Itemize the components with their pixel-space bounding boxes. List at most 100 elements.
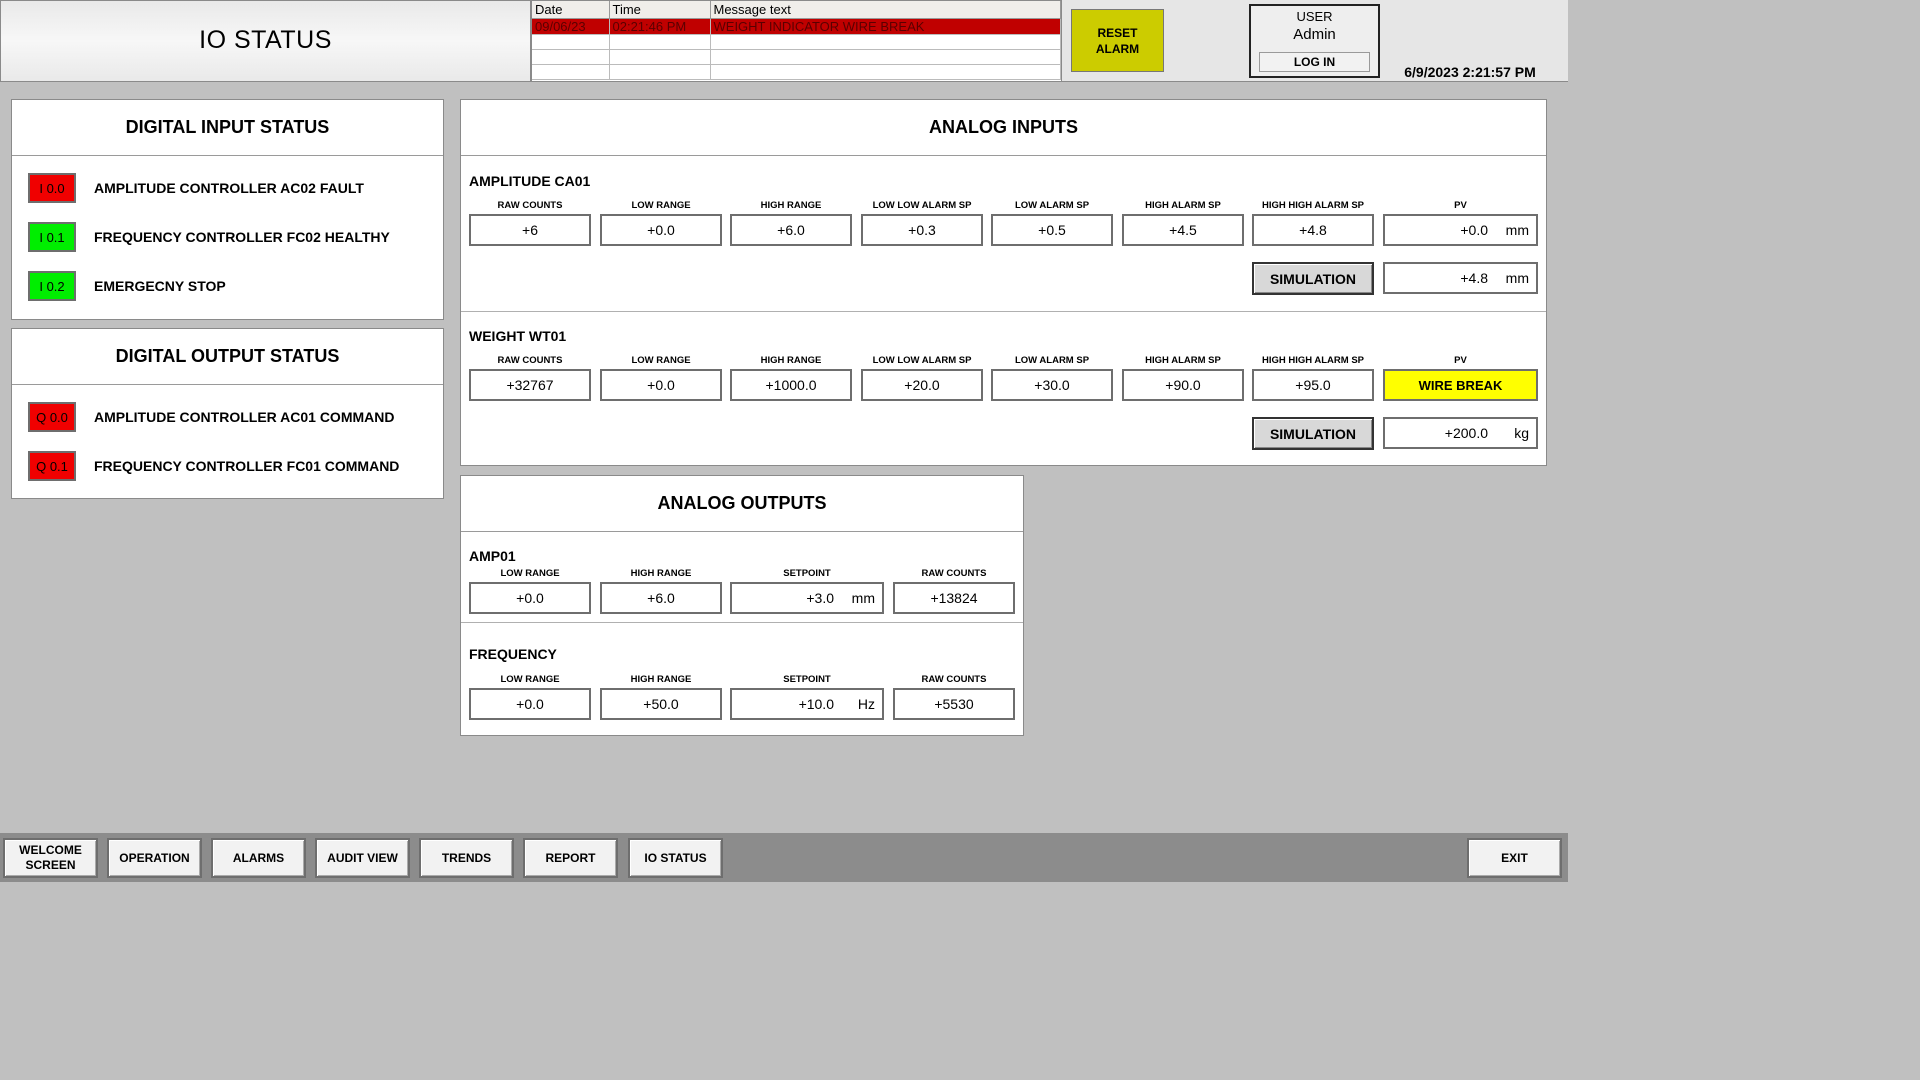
column-label: RAW COUNTS: [497, 200, 563, 211]
column-label: LOW RANGE: [631, 200, 691, 211]
column-label: LOW RANGE: [631, 355, 691, 366]
weight-section-title: WEIGHT WT01: [469, 328, 567, 344]
high-high-alarm-sp-field[interactable]: +4.8: [1252, 214, 1374, 246]
simulation-unit: kg: [1514, 425, 1529, 441]
alarm-date: 09/06/23: [532, 18, 610, 35]
high-range-field[interactable]: +6.0: [730, 214, 852, 246]
nav-alarms-button[interactable]: ALARMS: [211, 838, 306, 878]
alarm-col-time[interactable]: Time: [609, 1, 711, 19]
column-label: HIGH RANGE: [760, 200, 822, 211]
screen-title-box: IO STATUS: [0, 0, 531, 82]
alarm-date: [532, 64, 610, 80]
nav-report-button[interactable]: REPORT: [523, 838, 618, 878]
digital-input-row: I 0.1 FREQUENCY CONTROLLER FC02 HEALTHY: [28, 222, 390, 252]
header-bar: IO STATUS Date Time Message text 09/06/2…: [0, 0, 1568, 82]
low-low-alarm-sp-value: +0.3: [908, 222, 936, 238]
column-label: LOW LOW ALARM SP: [872, 200, 972, 211]
nav-welcome-screen-button[interactable]: WELCOME SCREEN: [3, 838, 98, 878]
alarm-date: [532, 34, 610, 50]
amp-section-title: AMP01: [469, 548, 516, 564]
low-low-alarm-sp-value: +20.0: [904, 377, 940, 393]
column-label: HIGH HIGH ALARM SP: [1261, 200, 1365, 211]
alarm-row[interactable]: [532, 49, 1061, 65]
digital-input-row: I 0.2 EMERGECNY STOP: [28, 271, 226, 301]
login-button[interactable]: LOG IN: [1259, 52, 1370, 72]
reset-alarm-line1: RESET: [1097, 25, 1138, 40]
navigation-bar: WELCOME SCREEN OPERATION ALARMS AUDIT VI…: [0, 833, 1568, 882]
alarm-message-table[interactable]: Date Time Message text 09/06/23 02:21:46…: [531, 0, 1062, 82]
low-range-field[interactable]: +0.0: [469, 688, 591, 720]
digital-output-label: FREQUENCY CONTROLLER FC01 COMMAND: [94, 458, 400, 474]
high-range-value: +6.0: [777, 222, 805, 238]
setpoint-field[interactable]: +3.0 mm: [730, 582, 884, 614]
section-divider: [461, 622, 1023, 623]
current-datetime: 6/9/2023 2:21:57 PM: [1404, 64, 1536, 80]
nav-trends-button[interactable]: TRENDS: [419, 838, 514, 878]
column-label: LOW LOW ALARM SP: [872, 355, 972, 366]
pv-unit: mm: [1505, 222, 1529, 238]
low-alarm-sp-field[interactable]: +30.0: [991, 369, 1113, 401]
high-alarm-sp-field[interactable]: +4.5: [1122, 214, 1244, 246]
low-range-value: +0.0: [516, 590, 544, 606]
analog-inputs-panel: ANALOG INPUTS AMPLITUDE CA01 RAW COUNTS …: [460, 99, 1547, 466]
simulation-button[interactable]: SIMULATION: [1252, 417, 1374, 450]
nav-exit-button[interactable]: EXIT: [1467, 838, 1562, 878]
simulation-value: +200.0: [1444, 425, 1488, 441]
column-label: LOW RANGE: [500, 674, 560, 685]
low-range-field[interactable]: +0.0: [600, 369, 722, 401]
digital-output-row: Q 0.1 FREQUENCY CONTROLLER FC01 COMMAND: [28, 451, 399, 481]
pv-field-wire-break: WIRE BREAK: [1383, 369, 1538, 401]
low-range-field[interactable]: +0.0: [469, 582, 591, 614]
high-range-field[interactable]: +6.0: [600, 582, 722, 614]
alarm-message: [710, 34, 1061, 50]
simulation-value-field[interactable]: +4.8 mm: [1383, 262, 1538, 294]
nav-io-status-button[interactable]: IO STATUS: [628, 838, 723, 878]
setpoint-field[interactable]: +10.0 Hz: [730, 688, 884, 720]
column-label: LOW ALARM SP: [1014, 355, 1090, 366]
reset-alarm-button[interactable]: RESET ALARM: [1071, 9, 1164, 72]
setpoint-unit: Hz: [857, 696, 875, 712]
nav-operation-button[interactable]: OPERATION: [107, 838, 202, 878]
alarm-time: [609, 49, 711, 65]
simulation-button[interactable]: SIMULATION: [1252, 262, 1374, 295]
column-label: RAW COUNTS: [921, 674, 987, 685]
low-low-alarm-sp-field[interactable]: +0.3: [861, 214, 983, 246]
high-high-alarm-sp-field[interactable]: +95.0: [1252, 369, 1374, 401]
alarm-message: [710, 49, 1061, 65]
raw-counts-field: +6: [469, 214, 591, 246]
alarm-col-message[interactable]: Message text: [710, 1, 1061, 19]
low-alarm-sp-field[interactable]: +0.5: [991, 214, 1113, 246]
digital-output-title: DIGITAL OUTPUT STATUS: [12, 329, 443, 385]
setpoint-unit: mm: [851, 590, 875, 606]
column-label: HIGH ALARM SP: [1145, 200, 1221, 211]
high-range-field[interactable]: +1000.0: [730, 369, 852, 401]
alarm-row[interactable]: 09/06/23 02:21:46 PM WEIGHT INDICATOR WI…: [532, 18, 1061, 35]
high-alarm-sp-field[interactable]: +90.0: [1122, 369, 1244, 401]
alarm-message: [710, 64, 1061, 80]
column-label: SETPOINT: [783, 674, 831, 685]
simulation-value-field[interactable]: +200.0 kg: [1383, 417, 1538, 449]
frequency-section-title: FREQUENCY: [469, 646, 557, 662]
user-panel: USER Admin LOG IN: [1249, 4, 1380, 78]
digital-input-panel: DIGITAL INPUT STATUS I 0.0 AMPLITUDE CON…: [11, 99, 444, 320]
low-range-field[interactable]: +0.0: [600, 214, 722, 246]
low-low-alarm-sp-field[interactable]: +20.0: [861, 369, 983, 401]
high-range-value: +6.0: [647, 590, 675, 606]
reset-alarm-line2: ALARM: [1095, 41, 1140, 56]
column-label: HIGH RANGE: [630, 674, 692, 685]
digital-input-title: DIGITAL INPUT STATUS: [12, 100, 443, 156]
status-indicator: Q 0.0: [28, 402, 76, 432]
low-range-value: +0.0: [647, 222, 675, 238]
alarm-row[interactable]: [532, 64, 1061, 80]
low-alarm-sp-value: +30.0: [1034, 377, 1070, 393]
digital-output-label: AMPLITUDE CONTROLLER AC01 COMMAND: [94, 409, 395, 425]
high-range-field[interactable]: +50.0: [600, 688, 722, 720]
nav-audit-view-button[interactable]: AUDIT VIEW: [315, 838, 410, 878]
column-label: RAW COUNTS: [497, 355, 563, 366]
status-indicator: Q 0.1: [28, 451, 76, 481]
user-name: Admin: [1293, 26, 1336, 43]
digital-input-label: FREQUENCY CONTROLLER FC02 HEALTHY: [94, 229, 390, 245]
alarm-row[interactable]: [532, 34, 1061, 50]
alarm-col-date[interactable]: Date: [532, 1, 610, 19]
analog-outputs-title: ANALOG OUTPUTS: [461, 476, 1023, 532]
